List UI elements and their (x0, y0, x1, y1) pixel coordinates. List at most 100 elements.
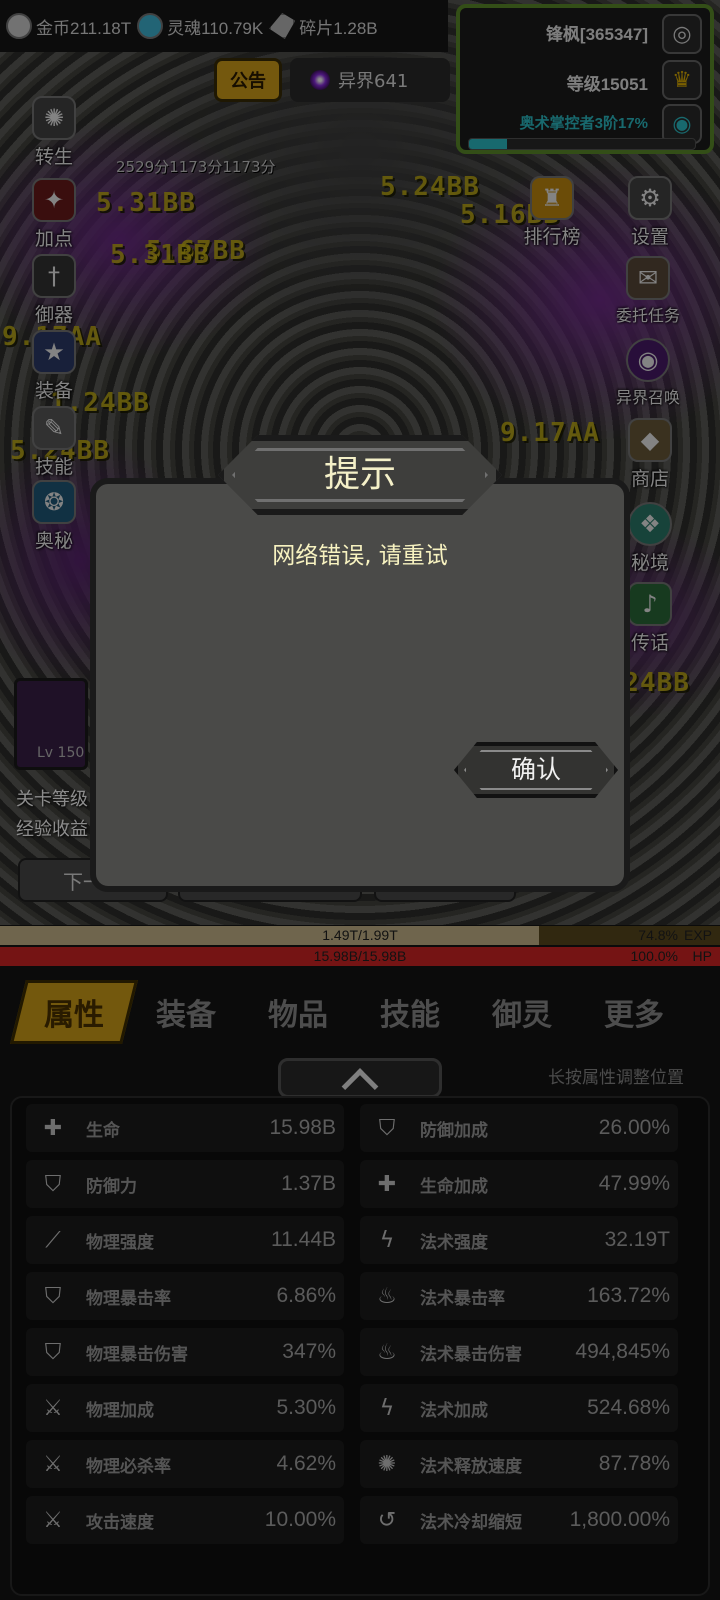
stage-exp-label: 经验收益 (16, 819, 88, 840)
menu-commission[interactable]: ✉ 委托任务 (608, 256, 688, 326)
tab-items[interactable]: 物品 (242, 980, 354, 1044)
attribute-value: 26.00% (598, 1116, 670, 1139)
stage-info: 关卡等级 经验收益 (16, 785, 88, 845)
menu-artifact[interactable]: † 御器 (14, 254, 94, 327)
attribute-name: 法术暴击率 (420, 1288, 505, 1309)
cooldown-icon: ↺ (377, 1507, 397, 1533)
attribute-value: 163.72% (587, 1284, 670, 1307)
attribute-name: 物理暴击率 (86, 1288, 171, 1309)
attribute-row[interactable]: ✚ 生命加成 47.99% (360, 1160, 678, 1208)
attribute-panel: ✚ 生命 15.98B ⛉ 防御加成 26.00% ⛉ 防御力 1.37B ✚ 生命加成 47.99%… (10, 1096, 710, 1596)
damage-number: 5.24BB (380, 172, 480, 202)
lightning-icon: ϟ (379, 1227, 395, 1253)
tab-equipment[interactable]: 装备 (130, 980, 242, 1044)
confirm-button-label[interactable]: 确认 (454, 742, 618, 798)
stage-level-label: 关卡等级 (16, 789, 88, 810)
notice-button[interactable]: 公告 (214, 58, 282, 102)
attribute-row[interactable]: ⚔ 攻击速度 10.00% (26, 1496, 344, 1544)
attribute-row[interactable]: ♨ 法术暴击率 163.72% (360, 1272, 678, 1320)
menu-commission-label: 委托任务 (615, 308, 680, 325)
resource-coin: 金币211.18T (6, 13, 131, 39)
hp-percent: 100.0% (630, 948, 678, 964)
attribute-row[interactable]: ✺ 法术释放速度 87.78% (360, 1440, 678, 1488)
attribute-row[interactable]: ⟋ 物理强度 11.44B (26, 1216, 344, 1264)
menu-skills[interactable]: ✎ 技能 (14, 406, 94, 479)
attribute-name: 物理加成 (86, 1400, 154, 1421)
attribute-row[interactable]: ⚔ 物理必杀率 4.62% (26, 1440, 344, 1488)
attribute-name: 物理暴击伤害 (86, 1344, 188, 1365)
player-panel[interactable]: 锋枫[365347] ◎ 等级15051 ♛ 奥术掌控者3阶17% ◉ (456, 4, 714, 154)
menu-equipment-label: 装备 (34, 381, 73, 402)
menu-summon[interactable]: ◉ 异界召唤 (608, 338, 688, 408)
player-name: 锋枫[365347] (545, 25, 648, 44)
crown-icon[interactable]: ♛ (662, 60, 702, 100)
menu-settings[interactable]: ⚙ 设置 (610, 176, 690, 249)
compass-icon[interactable]: ◎ (662, 14, 702, 54)
attribute-value: 6.86% (276, 1284, 336, 1307)
realm-gem-icon: ❖ (628, 502, 672, 546)
attribute-name: 法术暴击伤害 (420, 1344, 522, 1365)
lightning-icon: ϟ (379, 1395, 395, 1421)
tab-more[interactable]: 更多 (578, 980, 690, 1044)
sword-icon: † (32, 254, 76, 298)
attribute-row[interactable]: ⚔ 物理加成 5.30% (26, 1384, 344, 1432)
boss-level: Lv 150 (37, 745, 85, 761)
claw-shield-icon: ⛉ (44, 1339, 62, 1365)
vortex-icon: ❂ (32, 480, 76, 524)
horn-icon: ♪ (628, 582, 672, 626)
menu-leaderboard[interactable]: ♜ 排行榜 (512, 176, 592, 249)
resource-bar: 金币211.18T 灵魂110.79K 碎片1.28B (0, 0, 448, 52)
class-progress-bar (468, 138, 696, 150)
attribute-row[interactable]: ⛉ 防御力 1.37B (26, 1160, 344, 1208)
attribute-name: 物理强度 (86, 1232, 154, 1253)
damage-number: 5.31BB (96, 188, 196, 218)
attribute-row[interactable]: ✚ 生命 15.98B (26, 1104, 344, 1152)
damage-number: 9.17AA (500, 418, 600, 448)
coin-icon (6, 13, 32, 39)
tab-spirits[interactable]: 御灵 (466, 980, 578, 1044)
menu-skills-label: 技能 (34, 457, 73, 478)
attribute-row[interactable]: ϟ 法术加成 524.68% (360, 1384, 678, 1432)
menu-add-points[interactable]: ✦ 加点 (14, 178, 94, 251)
attribute-value: 1,800.00% (569, 1508, 670, 1531)
boss-portrait[interactable]: Lv 150 (14, 678, 88, 770)
health-cross-icon: ✚ (377, 1171, 397, 1197)
attribute-row[interactable]: ϟ 法术强度 32.19T (360, 1216, 678, 1264)
tab-attributes[interactable]: 属性 (10, 980, 138, 1044)
floating-score-text: 2529分1173分1173分 (116, 158, 276, 176)
attribute-value: 11.44B (271, 1228, 336, 1251)
hp-unit: HP (692, 948, 712, 964)
attribute-value: 10.00% (264, 1508, 336, 1531)
menu-add-points-label: 加点 (34, 229, 73, 250)
rebirth-icon: ✺ (32, 96, 76, 140)
bottom-tabs: 属性 装备 物品 技能 御灵 更多 (0, 980, 720, 1050)
attribute-row[interactable]: ⛉ 物理暴击伤害 347% (26, 1328, 344, 1376)
hp-text: 15.98B/15.98B (313, 948, 407, 964)
attribute-name: 防御力 (86, 1176, 137, 1197)
soul-icon (137, 13, 164, 39)
menu-equipment[interactable]: ★ 装备 (14, 330, 94, 403)
menu-rebirth[interactable]: ✺ 转生 (14, 96, 94, 169)
gear-icon: ⚙ (628, 176, 672, 220)
attribute-value: 1.37B (281, 1172, 336, 1195)
attribute-value: 494,845% (575, 1340, 670, 1363)
portal-icon (310, 70, 330, 90)
dialog-message: 网络错误, 请重试 (272, 543, 448, 569)
attribute-value: 4.62% (276, 1452, 336, 1475)
shard-amount: 碎片1.28B (299, 18, 378, 38)
collapse-button[interactable] (278, 1058, 442, 1105)
attribute-row[interactable]: ↺ 法术冷却缩短 1,800.00% (360, 1496, 678, 1544)
attribute-name: 生命 (86, 1120, 120, 1141)
attribute-row[interactable]: ⛉ 物理暴击率 6.86% (26, 1272, 344, 1320)
tab-skills[interactable]: 技能 (354, 980, 466, 1044)
attribute-name: 法术释放速度 (420, 1456, 522, 1477)
menu-arcana[interactable]: ❂ 奥秘 (14, 480, 94, 553)
shield-icon: ⛉ (378, 1115, 396, 1141)
attribute-value: 5.30% (276, 1396, 336, 1419)
attribute-value: 347% (282, 1340, 336, 1363)
menu-summon-label: 异界召唤 (615, 390, 680, 407)
attribute-row[interactable]: ⛉ 防御加成 26.00% (360, 1104, 678, 1152)
resource-shard: 碎片1.28B (269, 13, 378, 39)
other-world-button[interactable]: 异界641 (290, 58, 450, 102)
attribute-row[interactable]: ♨ 法术暴击伤害 494,845% (360, 1328, 678, 1376)
